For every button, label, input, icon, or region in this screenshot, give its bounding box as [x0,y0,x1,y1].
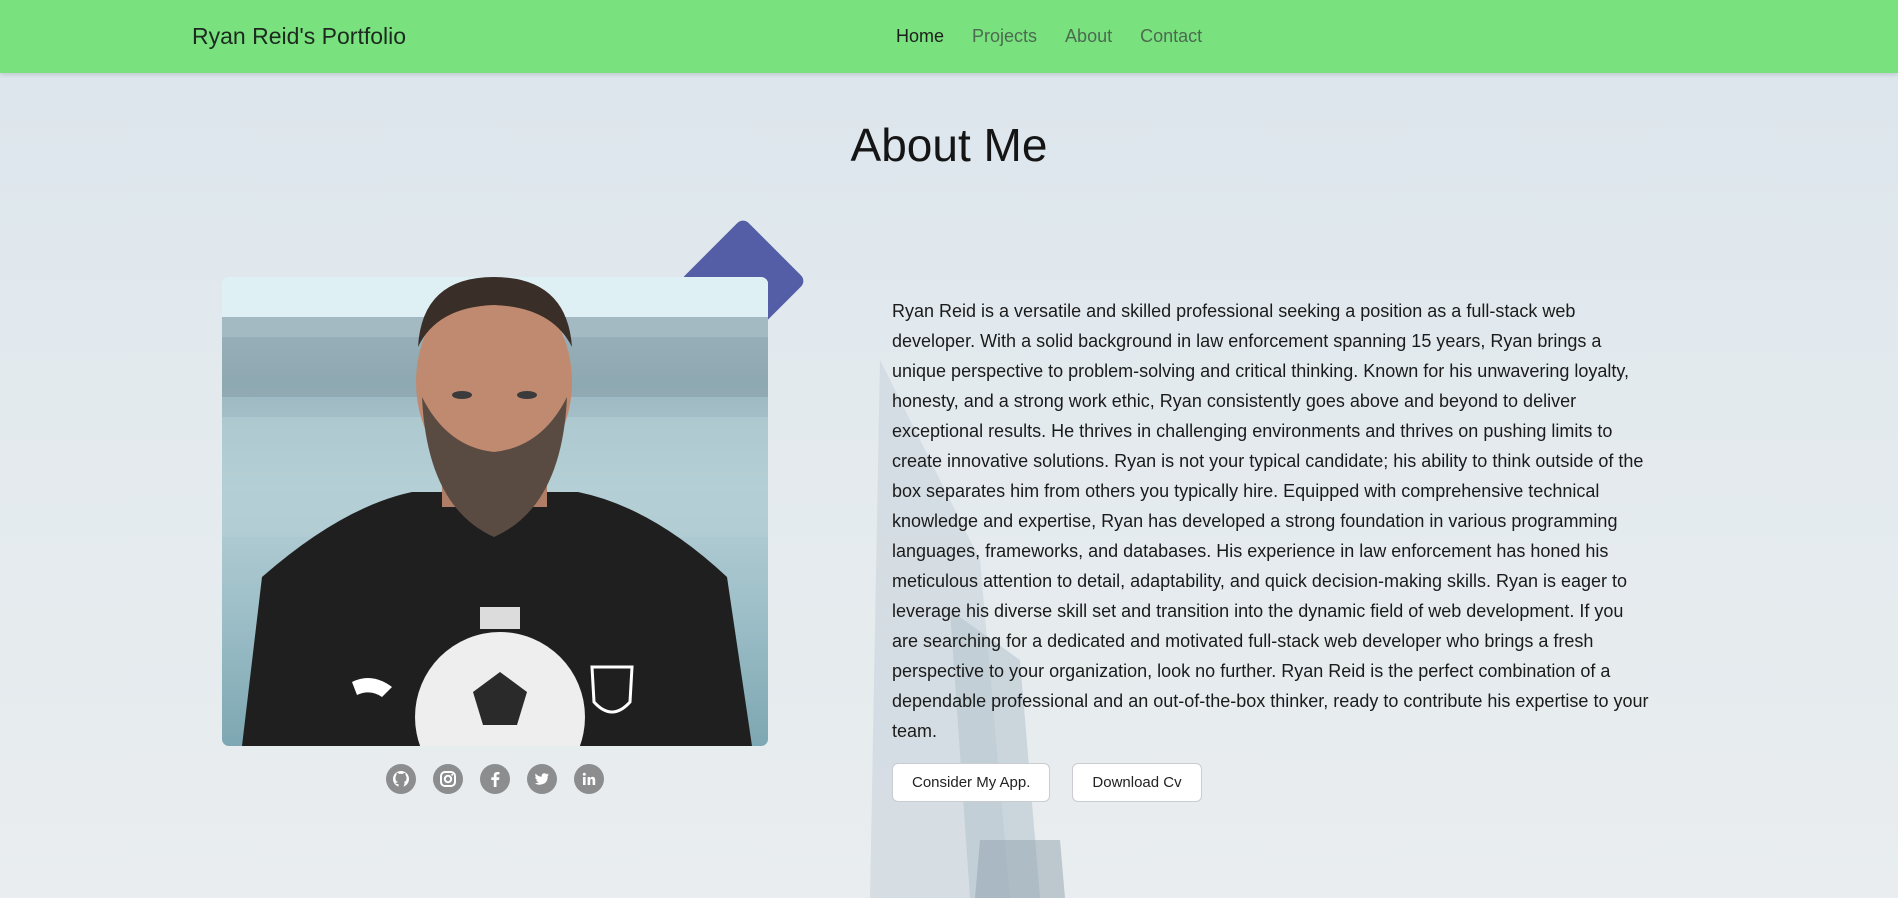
nav-link-home[interactable]: Home [896,26,944,47]
twitter-icon[interactable] [527,764,557,794]
navbar: Ryan Reid's Portfolio Home Projects Abou… [0,0,1898,73]
consider-my-app-button[interactable]: Consider My App. [892,763,1051,802]
github-icon[interactable] [386,764,416,794]
instagram-icon[interactable] [433,764,463,794]
nav-link-contact[interactable]: Contact [1140,26,1202,47]
nav-link-about[interactable]: About [1065,26,1112,47]
nav-links: Home Projects About Contact [896,0,1202,73]
brand-title[interactable]: Ryan Reid's Portfolio [192,0,406,73]
nav-link-projects[interactable]: Projects [972,26,1037,47]
action-buttons: Consider My App. Download Cv [892,763,1202,802]
linkedin-icon[interactable] [574,764,604,794]
page-title: About Me [850,119,1048,171]
profile-photo [222,277,768,746]
social-links [386,764,604,794]
facebook-icon[interactable] [480,764,510,794]
bio-text: Ryan Reid is a versatile and skilled pro… [892,301,1649,741]
download-cv-button[interactable]: Download Cv [1072,763,1202,802]
